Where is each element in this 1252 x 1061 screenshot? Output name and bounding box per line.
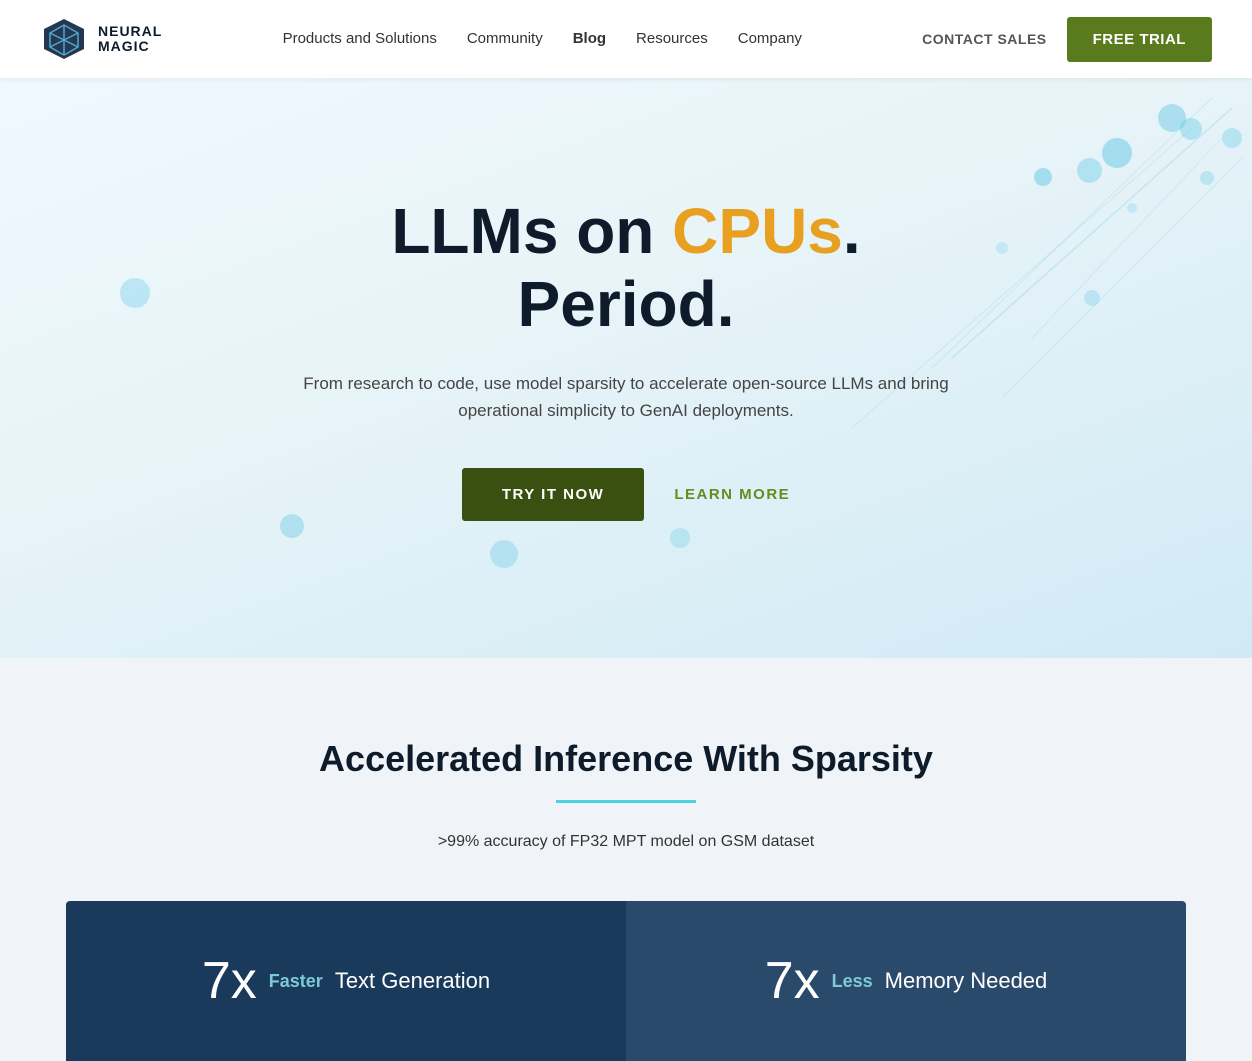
hero-section: LLMs on CPUs. Period. From research to c…	[0, 78, 1252, 658]
free-trial-button[interactable]: FREE TRIAL	[1067, 17, 1212, 62]
nav-community[interactable]: Community	[467, 30, 543, 47]
stat-card-faster: 7x Faster Text Generation	[66, 901, 626, 1061]
hero-lines-decoration	[652, 78, 1252, 658]
nav-company[interactable]: Company	[738, 30, 802, 47]
nav-actions: CONTACT SALES FREE TRIAL	[922, 17, 1212, 62]
headline-line2: Period.	[518, 268, 735, 340]
main-nav: NEURAL MAGIC Products and Solutions Comm…	[0, 0, 1252, 78]
nav-links: Products and Solutions Community Blog Re…	[283, 30, 802, 48]
contact-sales-link[interactable]: CONTACT SALES	[922, 31, 1046, 47]
learn-more-button[interactable]: LEARN MORE	[674, 486, 790, 503]
headline-highlight: CPUs	[672, 195, 843, 267]
hero-headline: LLMs on CPUs. Period.	[391, 195, 860, 342]
headline-part2: .	[843, 195, 861, 267]
nav-products[interactable]: Products and Solutions	[283, 30, 437, 47]
deco-circle-tl	[120, 278, 150, 308]
logo-link[interactable]: NEURAL MAGIC	[40, 15, 162, 63]
hero-buttons: TRY IT NOW LEARN MORE	[462, 468, 790, 521]
stat-number-faster: 7x	[202, 951, 257, 1011]
stats-heading: Accelerated Inference With Sparsity	[319, 738, 933, 780]
stat-card-memory: 7x Less Memory Needed	[626, 901, 1186, 1061]
nav-blog[interactable]: Blog	[573, 30, 606, 47]
deco-circle-bm	[490, 540, 518, 568]
logo-icon	[40, 15, 88, 63]
deco-circle-tr	[1034, 168, 1052, 186]
headline-part1: LLMs on	[391, 195, 672, 267]
deco-circle-bc	[670, 528, 690, 548]
stats-cards: 7x Faster Text Generation 7x Less Memory…	[66, 901, 1186, 1061]
stats-divider	[556, 800, 696, 803]
hero-subtext: From research to code, use model sparsit…	[276, 370, 976, 424]
stat-highlight-faster: Faster	[269, 971, 323, 992]
stat-rest-memory: Memory Needed	[885, 968, 1048, 994]
nav-resources[interactable]: Resources	[636, 30, 708, 47]
try-it-now-button[interactable]: TRY IT NOW	[462, 468, 645, 521]
logo-text: NEURAL MAGIC	[98, 24, 162, 55]
deco-circle-tr2	[1077, 158, 1102, 183]
stat-number-memory: 7x	[765, 951, 820, 1011]
stat-rest-faster: Text Generation	[335, 968, 490, 994]
stats-section: Accelerated Inference With Sparsity >99%…	[0, 658, 1252, 1061]
stat-highlight-memory: Less	[832, 971, 873, 992]
deco-circle-bl	[280, 514, 304, 538]
stats-description: >99% accuracy of FP32 MPT model on GSM d…	[438, 833, 814, 851]
